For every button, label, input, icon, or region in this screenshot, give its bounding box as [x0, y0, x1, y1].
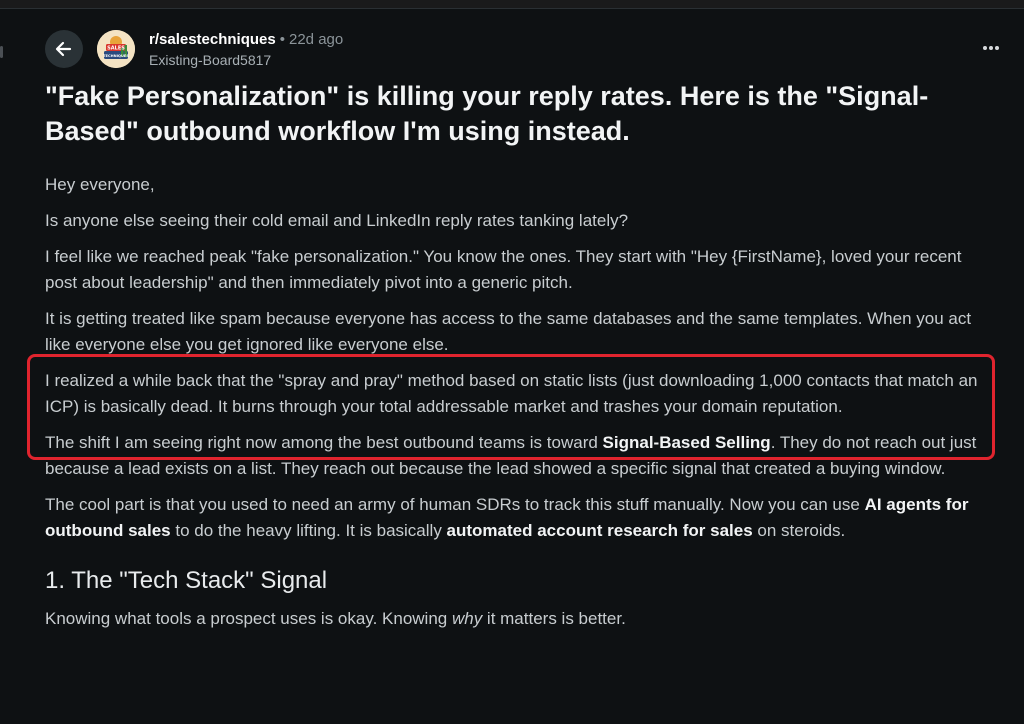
- svg-text:SALES: SALES: [107, 46, 125, 52]
- italic-why: why: [451, 609, 483, 628]
- more-horizontal-icon: [983, 46, 999, 50]
- bold-signal-based-selling: Signal-Based Selling: [602, 433, 771, 452]
- paragraph-spam: It is getting treated like spam because …: [45, 309, 972, 354]
- subreddit-link[interactable]: r/salestechniques: [149, 31, 276, 48]
- more-options-button[interactable]: [977, 34, 1005, 62]
- post-title: "Fake Personalization" is killing your r…: [45, 81, 929, 146]
- section-heading-tech-stack: 1. The "Tech Stack" Signal: [45, 567, 328, 594]
- meta-separator: •: [279, 31, 285, 48]
- post-header: SALES TECHNIQUES r/salestechniques • 22d a…: [45, 28, 1005, 72]
- paragraph-question: Is anyone else seeing their cold email a…: [45, 211, 629, 230]
- subreddit-logo: SALES TECHNIQUES: [97, 30, 135, 68]
- post-meta: r/salestechniques • 22d ago: [149, 31, 343, 48]
- post-time: 22d ago: [289, 31, 344, 48]
- svg-text:TECHNIQUES: TECHNIQUES: [103, 54, 129, 58]
- back-button[interactable]: [45, 30, 83, 68]
- top-bar: [0, 0, 1024, 9]
- paragraph-signal-shift: The shift I am seeing right now among th…: [45, 433, 977, 478]
- paragraph-spray-and-pray: I realized a while back that the "spray …: [45, 371, 978, 416]
- scroll-edge: [0, 46, 3, 58]
- subreddit-avatar[interactable]: SALES TECHNIQUES: [97, 30, 135, 68]
- paragraph-ai-agents: The cool part is that you used to need a…: [45, 495, 969, 540]
- arrow-left-icon: [55, 41, 72, 57]
- post-body: Hey everyone, Is anyone else seeing thei…: [45, 172, 985, 642]
- author-link[interactable]: Existing-Board5817: [149, 52, 271, 68]
- paragraph-fake-personalization: I feel like we reached peak "fake person…: [45, 247, 962, 292]
- paragraph-greeting: Hey everyone,: [45, 175, 155, 194]
- paragraph-tech-stack: Knowing what tools a prospect uses is ok…: [45, 609, 626, 628]
- bold-account-research: automated account research for sales: [446, 521, 753, 540]
